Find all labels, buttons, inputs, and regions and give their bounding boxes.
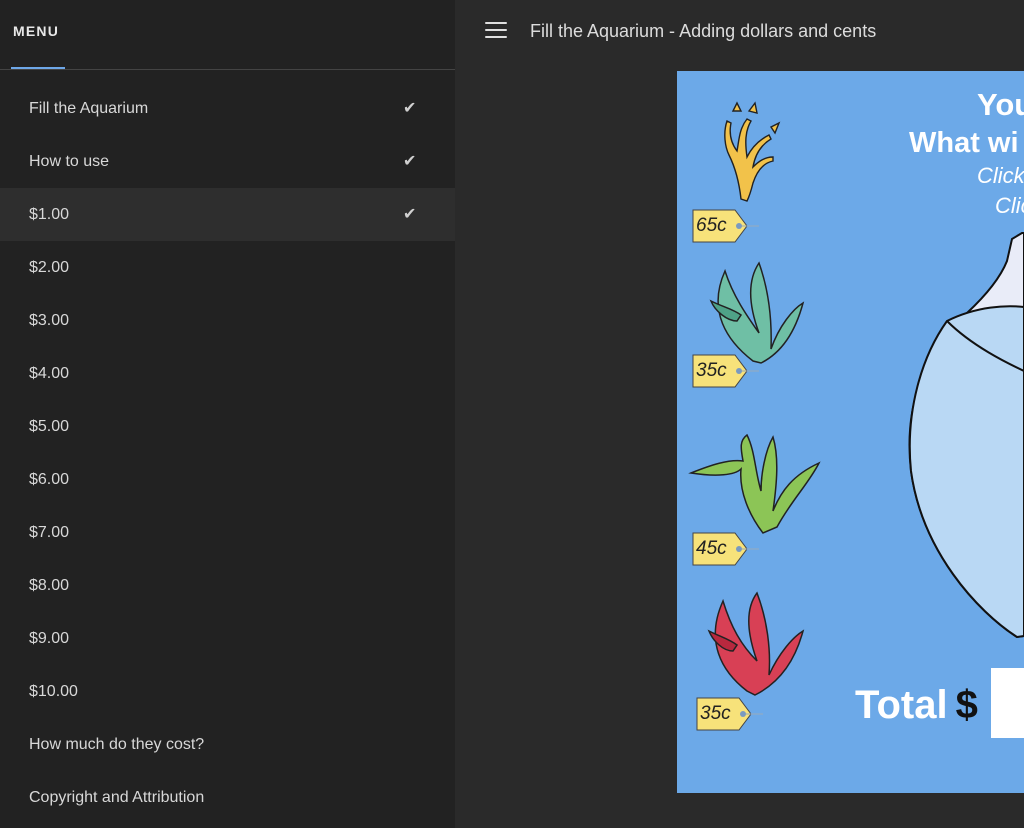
menu-item-label: Fill the Aquarium <box>29 100 149 117</box>
yellow-coral-icon[interactable] <box>724 101 781 202</box>
menu-item-label: How to use <box>29 153 110 170</box>
menu-item-label: $9.00 <box>29 630 70 647</box>
total-label: Total $ <box>855 683 978 728</box>
menu-title: MENU <box>13 23 60 39</box>
menu-item-label: $4.00 <box>29 365 70 382</box>
price-tag[interactable]: 65c <box>691 208 763 249</box>
price-tag[interactable]: 35c <box>695 696 767 737</box>
menu-item-label: $2.00 <box>29 259 70 276</box>
menu-item[interactable]: $2.00 <box>0 241 455 294</box>
menu-item-label: Copyright and Attribution <box>29 789 205 806</box>
heading-line-2: What wi <box>909 127 1019 159</box>
price-tag-label: 35c <box>700 703 731 724</box>
price-tag-label: 45c <box>696 538 727 559</box>
green-seaweed-icon[interactable] <box>688 433 821 534</box>
menu-item[interactable]: $8.00 <box>0 559 455 612</box>
menu-item-label: $1.00 <box>29 206 70 223</box>
menu-list: Fill the Aquarium ✔ How to use ✔ $1.00 ✔ $2.00… <box>0 82 455 824</box>
instruction-line-2: Clic <box>995 193 1024 218</box>
check-icon: ✔ <box>403 206 417 223</box>
dollar-sign: $ <box>955 683 978 727</box>
page-title: Fill the Aquarium - Adding dollars and c… <box>530 21 877 41</box>
sidebar-menu: MENU Fill the Aquarium ✔ How to use ✔ $1.00 ✔… <box>0 0 455 828</box>
total-input-box[interactable] <box>991 668 1024 738</box>
fishbowl <box>908 232 1024 639</box>
menu-item[interactable]: How much do they cost? <box>0 718 455 771</box>
price-tag-label: 65c <box>696 215 727 236</box>
menu-item-label: $10.00 <box>29 683 78 700</box>
instruction-line-1: Click <box>977 163 1024 188</box>
menu-item[interactable]: Copyright and Attribution <box>0 771 455 824</box>
total-text: Total <box>855 683 948 727</box>
menu-item[interactable]: Fill the Aquarium ✔ <box>0 82 455 135</box>
menu-item-label: $7.00 <box>29 524 70 541</box>
heading-line-1: You <box>977 87 1024 122</box>
menu-item[interactable]: $7.00 <box>0 506 455 559</box>
menu-item-label: How much do they cost? <box>29 736 205 753</box>
teal-seaweed-icon[interactable] <box>709 261 805 364</box>
menu-item[interactable]: $6.00 <box>0 453 455 506</box>
price-tag[interactable]: 35c <box>691 353 763 394</box>
check-icon: ✔ <box>403 153 417 170</box>
menu-tab-indicator <box>11 67 65 69</box>
menu-item-label: $3.00 <box>29 312 70 329</box>
hamburger-icon[interactable] <box>485 22 507 40</box>
menu-item[interactable]: How to use ✔ <box>0 135 455 188</box>
menu-item[interactable]: $4.00 <box>0 347 455 400</box>
price-tag[interactable]: 45c <box>691 531 763 572</box>
menu-item-label: $8.00 <box>29 577 70 594</box>
menu-item[interactable]: $10.00 <box>0 665 455 718</box>
menu-item-label: $5.00 <box>29 418 70 435</box>
red-seaweed-icon[interactable] <box>707 591 805 696</box>
price-tag-label: 35c <box>696 360 727 381</box>
menu-item[interactable]: $1.00 ✔ <box>0 188 455 241</box>
top-bar: Fill the Aquarium - Adding dollars and c… <box>455 0 1024 64</box>
menu-item[interactable]: $5.00 <box>0 400 455 453</box>
check-icon: ✔ <box>403 100 417 117</box>
menu-item[interactable]: $9.00 <box>0 612 455 665</box>
menu-header: MENU <box>0 0 455 70</box>
aquarium-slide: 65c 35c 45c 35c You What wi Click Clic Tota… <box>677 71 1024 793</box>
menu-item-label: $6.00 <box>29 471 70 488</box>
menu-item[interactable]: $3.00 <box>0 294 455 347</box>
